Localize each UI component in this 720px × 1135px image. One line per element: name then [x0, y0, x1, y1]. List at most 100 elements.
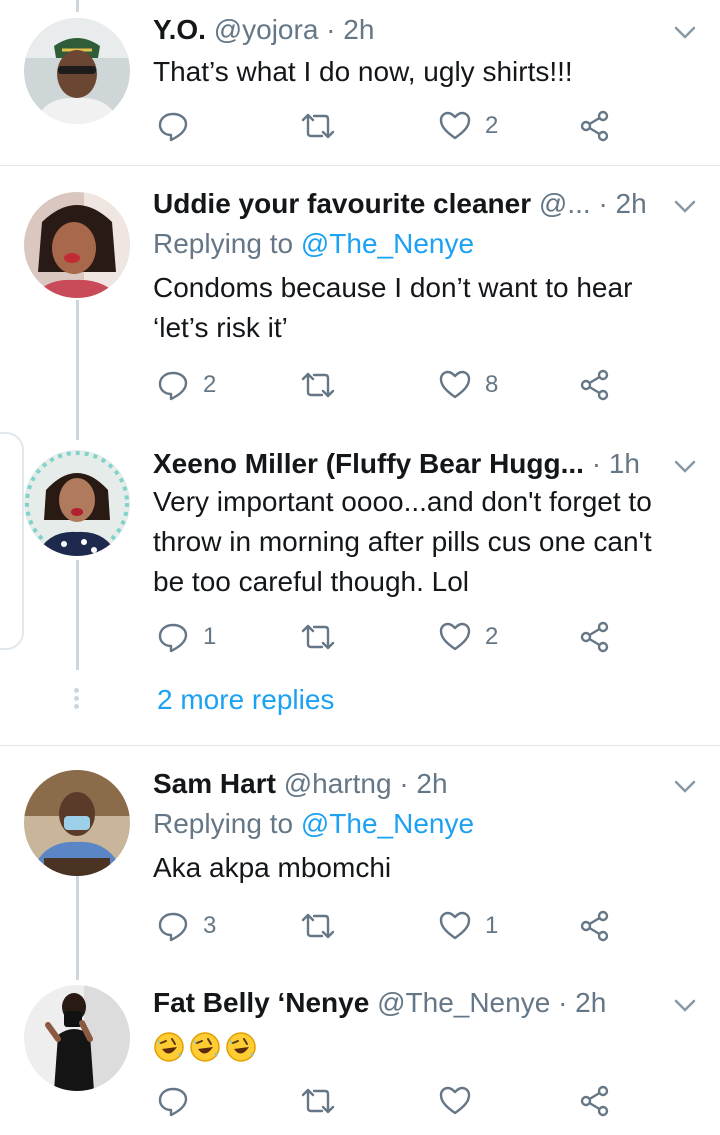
- replying-to-label: Replying to: [153, 808, 294, 839]
- author-handle[interactable]: @yojora: [214, 14, 319, 45]
- reply-count: 3: [203, 912, 217, 939]
- avatar[interactable]: [24, 18, 130, 124]
- author-name[interactable]: Xeeno Miller (Fluffy Bear Hugg...: [153, 448, 584, 479]
- share-icon: [580, 369, 609, 401]
- author-name[interactable]: Fat Belly ‘Nenye: [153, 987, 369, 1018]
- share-button[interactable]: [579, 365, 611, 405]
- share-icon: [580, 621, 609, 653]
- like-icon: [439, 622, 471, 651]
- like-button[interactable]: 2: [439, 617, 498, 657]
- rolling-on-floor-laughing-icon: [190, 1031, 220, 1062]
- tweet-4[interactable]: Sam Hart @hartng · 2h Replying to @The_N…: [0, 746, 720, 971]
- author-name[interactable]: Y.O.: [153, 14, 206, 45]
- tweet-time: · 2h: [399, 768, 448, 799]
- author-name[interactable]: Uddie your favourite cleaner: [153, 188, 531, 219]
- avatar[interactable]: [24, 450, 130, 556]
- tweet-header: Y.O. @yojora · 2h: [153, 12, 660, 48]
- tweet-text-line: Very important oooo...and don't forget t…: [153, 486, 652, 517]
- reply-count: 1: [203, 623, 217, 650]
- tweet-text-line: ‘let’s risk it’: [153, 312, 288, 343]
- author-handle[interactable]: @...: [539, 188, 591, 219]
- tweet-header: Xeeno Miller (Fluffy Bear Hugg... · 1h: [153, 446, 660, 482]
- like-count: 2: [485, 112, 499, 139]
- chevron-down-icon[interactable]: [674, 200, 696, 214]
- retweet-button[interactable]: [300, 365, 336, 405]
- reply-button[interactable]: 2: [157, 365, 216, 405]
- tweet-text: Condoms because I don’t want to hear ‘le…: [153, 268, 680, 348]
- chevron-down-icon[interactable]: [674, 999, 696, 1013]
- tweet-actions: 2: [153, 106, 623, 146]
- more-replies-link[interactable]: 2 more replies: [157, 684, 334, 716]
- replying-to-label: Replying to: [153, 228, 294, 259]
- replying-to: Replying to @The_Nenye: [153, 806, 474, 842]
- tweet-text-line: Aka akpa mbomchi: [153, 852, 392, 883]
- tweet-time: · 2h: [326, 14, 375, 45]
- like-icon: [439, 911, 471, 940]
- avatar[interactable]: [24, 192, 130, 298]
- retweet-icon: [301, 1088, 335, 1114]
- share-icon: [580, 1085, 609, 1117]
- retweet-button[interactable]: [300, 617, 336, 657]
- retweet-icon: [301, 372, 335, 398]
- tweet-actions: [153, 1081, 623, 1121]
- share-icon: [580, 110, 609, 142]
- replying-to: Replying to @The_Nenye: [153, 226, 474, 262]
- reply-button[interactable]: 1: [157, 617, 216, 657]
- tweet-text: Aka akpa mbomchi: [153, 848, 680, 888]
- tweet-header: Sam Hart @hartng · 2h: [153, 766, 660, 802]
- like-button[interactable]: 1: [439, 906, 498, 946]
- tweet-header: Uddie your favourite cleaner @... · 2h: [153, 186, 660, 222]
- like-icon: [439, 1086, 471, 1115]
- rolling-on-floor-laughing-icon: [154, 1031, 184, 1062]
- tweet-5[interactable]: Fat Belly ‘Nenye @The_Nenye · 2h: [0, 971, 720, 1135]
- retweet-button[interactable]: [300, 1081, 336, 1121]
- reply-button[interactable]: [157, 1081, 189, 1121]
- reply-icon: [158, 912, 188, 942]
- retweet-button[interactable]: [300, 106, 336, 146]
- share-button[interactable]: [579, 617, 611, 657]
- like-count: 1: [485, 912, 499, 939]
- tweet-1[interactable]: Y.O. @yojora · 2h That’s what I do now, …: [0, 0, 720, 165]
- chevron-down-icon[interactable]: [674, 26, 696, 40]
- avatar[interactable]: [24, 770, 130, 876]
- like-count: 2: [485, 623, 499, 650]
- tweet-actions: 1 2: [153, 617, 623, 657]
- reply-icon: [158, 371, 188, 401]
- share-icon: [580, 910, 609, 942]
- tweet-text-line: throw in morning after pills cus one can…: [153, 526, 652, 557]
- retweet-icon: [301, 624, 335, 650]
- retweet-icon: [301, 113, 335, 139]
- author-handle[interactable]: @The_Nenye: [377, 987, 550, 1018]
- tweet-2[interactable]: Uddie your favourite cleaner @... · 2h R…: [0, 166, 720, 426]
- tweet-3[interactable]: Xeeno Miller (Fluffy Bear Hugg... · 1h V…: [0, 426, 720, 746]
- reply-icon: [158, 112, 188, 142]
- tweet-actions: 3 1: [153, 906, 623, 946]
- like-button[interactable]: 2: [439, 106, 498, 146]
- reply-button[interactable]: [157, 106, 203, 146]
- author-handle[interactable]: @hartng: [284, 768, 392, 799]
- avatar[interactable]: [24, 985, 130, 1091]
- tweet-text-line: Condoms because I don’t want to hear: [153, 272, 633, 303]
- author-name[interactable]: Sam Hart: [153, 768, 276, 799]
- reply-button[interactable]: 3: [157, 906, 216, 946]
- share-button[interactable]: [579, 1081, 611, 1121]
- tweet-text: That’s what I do now, ugly shirts!!!: [153, 52, 680, 92]
- share-button[interactable]: [579, 106, 611, 146]
- tweet-header: Fat Belly ‘Nenye @The_Nenye · 2h: [153, 985, 660, 1021]
- like-button[interactable]: [439, 1081, 471, 1121]
- chevron-down-icon[interactable]: [674, 780, 696, 794]
- tweet-text-line: That’s what I do now, ugly shirts!!!: [153, 56, 573, 87]
- like-button[interactable]: 8: [439, 365, 498, 405]
- share-button[interactable]: [579, 906, 611, 946]
- tweet-text: [153, 1025, 680, 1065]
- reply-icon: [158, 623, 188, 653]
- replying-to-handle[interactable]: @The_Nenye: [301, 228, 474, 259]
- like-icon: [439, 111, 471, 140]
- tweet-text-line: be too careful though. Lol: [153, 566, 470, 597]
- reply-count: 2: [203, 371, 217, 398]
- replying-to-handle[interactable]: @The_Nenye: [301, 808, 474, 839]
- retweet-button[interactable]: [300, 906, 336, 946]
- like-count: 8: [485, 371, 499, 398]
- chevron-down-icon[interactable]: [674, 460, 696, 474]
- tweet-actions: 2 8: [153, 365, 623, 405]
